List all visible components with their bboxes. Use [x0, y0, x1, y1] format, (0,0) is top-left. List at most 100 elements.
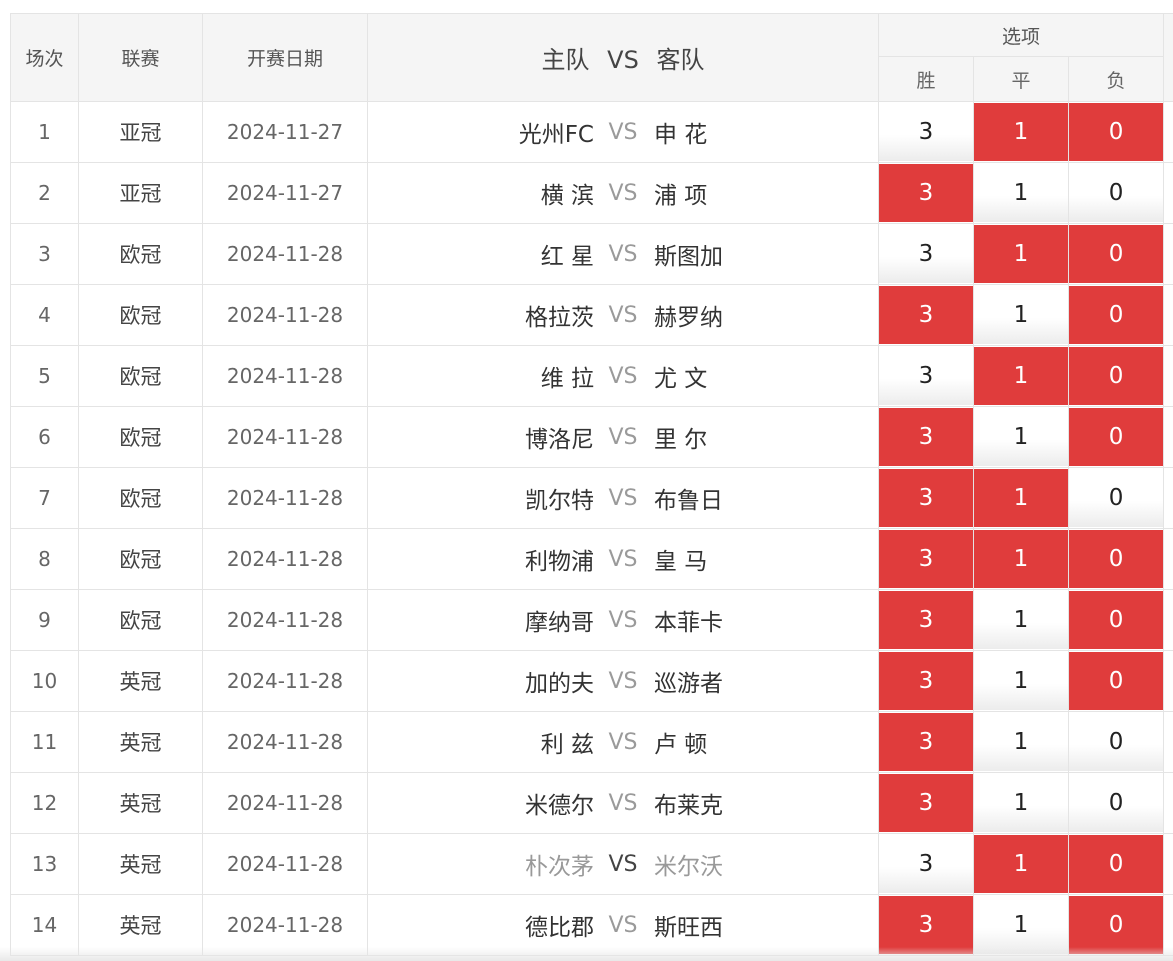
- option-win-cell: 3: [878, 162, 974, 224]
- match-index: 13: [10, 833, 79, 895]
- option-win-button[interactable]: 3: [879, 591, 973, 649]
- match-index: 10: [10, 650, 79, 712]
- league-name: 亚冠: [78, 162, 203, 224]
- option-draw-cell: 1: [973, 528, 1069, 590]
- option-draw-button[interactable]: 1: [974, 164, 1068, 222]
- option-draw-button[interactable]: 1: [974, 652, 1068, 710]
- option-lose-cell: 0: [1067, 162, 1165, 224]
- option-draw-button[interactable]: 1: [974, 469, 1068, 527]
- option-win-button[interactable]: 3: [879, 530, 973, 588]
- option-draw-button[interactable]: 1: [974, 530, 1068, 588]
- option-lose-button[interactable]: 0: [1069, 591, 1164, 649]
- option-draw-cell: 1: [973, 711, 1069, 773]
- option-win-cell: 3: [878, 711, 974, 773]
- vs-label: VS: [608, 790, 638, 816]
- option-lose-button[interactable]: 0: [1069, 652, 1164, 710]
- teams-wrapper: 朴次茅 VS 米尔沃: [368, 847, 878, 881]
- match-index: 7: [10, 467, 79, 529]
- match-date: 2024-11-27: [202, 101, 368, 163]
- match-date: 2024-11-28: [202, 772, 368, 834]
- option-draw-button[interactable]: 1: [974, 835, 1068, 893]
- home-team: 红 星: [540, 244, 594, 270]
- row-spacer: [1163, 223, 1173, 285]
- option-win-cell: 3: [878, 284, 974, 346]
- option-draw-button[interactable]: 1: [974, 225, 1068, 283]
- table-row: 1 亚冠 2024-11-27 光州FC VS 申 花310: [10, 101, 1173, 163]
- option-draw-cell: 1: [973, 101, 1069, 163]
- option-win-button[interactable]: 3: [879, 225, 973, 283]
- option-lose-button[interactable]: 0: [1069, 530, 1164, 588]
- match-teams: 凯尔特 VS 布鲁日: [367, 467, 879, 529]
- header-home: 主队: [541, 46, 590, 74]
- match-date: 2024-11-28: [202, 223, 368, 285]
- option-draw-button[interactable]: 1: [974, 103, 1068, 161]
- option-draw-button[interactable]: 1: [974, 408, 1068, 466]
- option-win-button[interactable]: 3: [879, 164, 973, 222]
- away-team: 皇 马: [654, 549, 708, 575]
- home-team: 朴次茅: [525, 854, 594, 880]
- option-win-button[interactable]: 3: [879, 347, 973, 405]
- option-win-button[interactable]: 3: [879, 835, 973, 893]
- away-team: 尤 文: [654, 366, 708, 392]
- home-team: 德比郡: [525, 915, 594, 941]
- teams-wrapper: 凯尔特 VS 布鲁日: [368, 481, 878, 515]
- option-lose-button[interactable]: 0: [1069, 896, 1164, 954]
- option-lose-button[interactable]: 0: [1069, 713, 1164, 771]
- option-lose-button[interactable]: 0: [1069, 835, 1164, 893]
- teams-wrapper: 维 拉 VS 尤 文: [368, 359, 878, 393]
- option-draw-cell: 1: [973, 772, 1069, 834]
- table-row: 14 英冠 2024-11-28 德比郡 VS 斯旺西 3 1 0: [10, 894, 1173, 956]
- row-spacer: [1163, 833, 1173, 895]
- option-draw-button[interactable]: 1: [974, 286, 1068, 344]
- option-lose-button[interactable]: 0: [1069, 225, 1164, 283]
- option-lose-cell: 0: [1067, 772, 1165, 834]
- option-draw-cell: 1: [973, 467, 1069, 529]
- vs-label: VS: [608, 912, 638, 938]
- row-spacer: [1163, 711, 1173, 773]
- option-win-button[interactable]: 3: [879, 713, 973, 771]
- option-lose-button[interactable]: 0: [1069, 286, 1164, 344]
- table-row: 13 英冠 2024-11-28 朴次茅 VS 米尔沃 3 1 0: [10, 833, 1173, 895]
- vs-label: VS: [608, 180, 638, 206]
- header-spacer: [1163, 13, 1173, 102]
- option-win-button[interactable]: 3: [879, 408, 973, 466]
- option-lose-button[interactable]: 0: [1069, 469, 1164, 527]
- option-lose-button[interactable]: 0: [1069, 774, 1164, 832]
- match-index: 9: [10, 589, 79, 651]
- vs-label: VS: [608, 363, 638, 389]
- header-lose: 负: [1067, 56, 1165, 102]
- vs-label: VS: [608, 424, 638, 450]
- match-date: 2024-11-28: [202, 345, 368, 407]
- teams-wrapper: 红 星 VS 斯图加: [368, 237, 878, 271]
- match-teams: 格拉茨 VS 赫罗纳: [367, 284, 879, 346]
- option-win-button[interactable]: 3: [879, 286, 973, 344]
- option-win-cell: 3: [878, 345, 974, 407]
- header-league: 联赛: [78, 13, 203, 102]
- option-win-button[interactable]: 3: [879, 896, 973, 954]
- home-team: 横 滨: [540, 183, 594, 209]
- option-draw-button[interactable]: 1: [974, 896, 1068, 954]
- option-win-button[interactable]: 3: [879, 774, 973, 832]
- option-lose-button[interactable]: 0: [1069, 408, 1164, 466]
- option-win-button[interactable]: 3: [879, 103, 973, 161]
- option-win-button[interactable]: 3: [879, 652, 973, 710]
- option-draw-button[interactable]: 1: [974, 347, 1068, 405]
- option-draw-cell: 1: [973, 650, 1069, 712]
- option-win-button[interactable]: 3: [879, 469, 973, 527]
- table-row: 3 欧冠 2024-11-28 红 星 VS 斯图加 3 1 0: [10, 223, 1173, 285]
- table-row: 12 英冠 2024-11-28 米德尔 VS 布莱克 3 1 0: [10, 772, 1173, 834]
- option-lose-button[interactable]: 0: [1069, 347, 1164, 405]
- away-team: 布鲁日: [654, 488, 723, 514]
- league-name: 欧冠: [78, 406, 203, 468]
- option-lose-button[interactable]: 0: [1069, 103, 1164, 161]
- option-lose-cell: 0: [1067, 101, 1165, 163]
- option-lose-button[interactable]: 0: [1069, 164, 1164, 222]
- option-draw-cell: 1: [973, 894, 1069, 956]
- option-draw-button[interactable]: 1: [974, 774, 1068, 832]
- option-draw-button[interactable]: 1: [974, 591, 1068, 649]
- league-name: 英冠: [78, 772, 203, 834]
- vs-label: VS: [608, 485, 638, 511]
- match-teams: 利 兹 VS 卢 顿: [367, 711, 879, 773]
- option-draw-button[interactable]: 1: [974, 713, 1068, 771]
- table-row: 4 欧冠 2024-11-28 格拉茨 VS 赫罗纳 3 1 0: [10, 284, 1173, 346]
